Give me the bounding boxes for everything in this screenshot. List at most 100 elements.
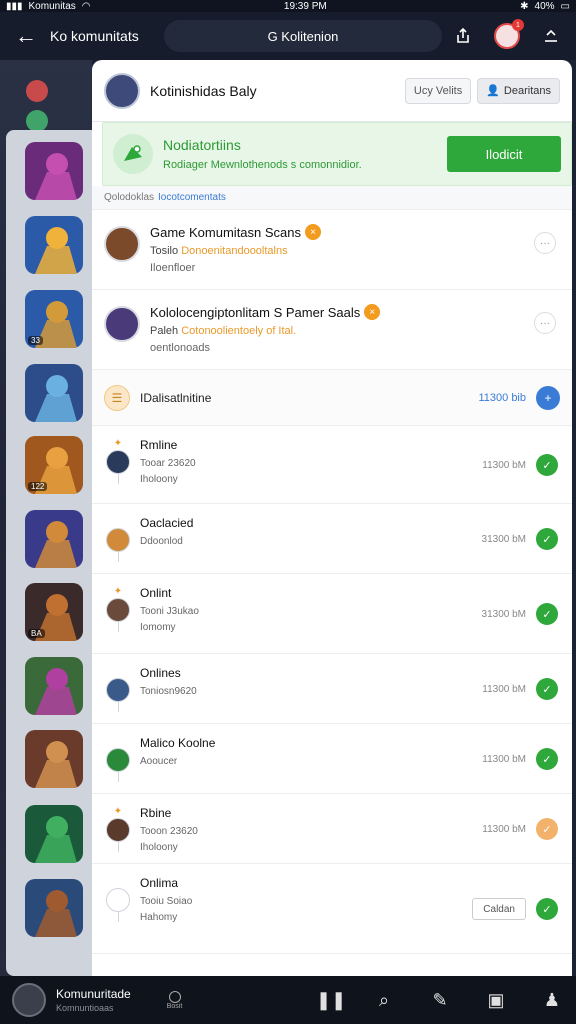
- avatar: [106, 678, 130, 702]
- section-label-text: Qolodoklas: [104, 192, 155, 203]
- share-icon[interactable]: [448, 21, 478, 51]
- member-name: Rmline: [140, 438, 178, 452]
- briefcase-icon[interactable]: ▣: [484, 990, 508, 1011]
- post-footer: Iloenfloer: [150, 262, 196, 274]
- post-card[interactable]: Game Komumitasn Scans × Tosilo Donoenitand…: [92, 210, 572, 290]
- group-avatar[interactable]: [104, 72, 140, 109]
- member-row[interactable]: Oaclacied Ddoonlod 31300 bM ✓: [92, 504, 572, 574]
- member-row[interactable]: ✦ Onlint Tooni J3ukao Iomomy 31300 bM ✓: [92, 574, 572, 654]
- ring-button[interactable]: Bosit: [167, 990, 182, 1010]
- member-count: 31300 bM: [481, 533, 526, 545]
- member-row[interactable]: Onlines Toniosn9620 11300 bM ✓: [92, 654, 572, 724]
- status-check-icon[interactable]: ✓: [536, 748, 558, 770]
- profile-button[interactable]: 1: [492, 19, 524, 51]
- game-thumbnail[interactable]: [25, 657, 83, 715]
- notification-banner: Nodiatortiins Rodiager Mewnlothenods s c…: [102, 122, 572, 186]
- pause-icon[interactable]: ❚❚: [316, 990, 346, 1011]
- member-detail: Tooon 23620: [140, 826, 198, 837]
- post-card[interactable]: Kololocengiptonlitam S Pamer Saals × Paleh…: [92, 290, 572, 370]
- status-check-icon[interactable]: ✓: [536, 603, 558, 625]
- member-name: Onlines: [140, 666, 181, 680]
- game-thumbnail[interactable]: [25, 216, 83, 274]
- game-thumbnail[interactable]: [25, 364, 83, 422]
- signal-icon: ▮▮▮: [6, 0, 23, 12]
- members-header: ☰ IDalisatlnitine 11300 bib +: [92, 370, 572, 426]
- edit-icon[interactable]: ✎: [428, 990, 452, 1011]
- member-list: ✦ Rmline Tooar 23620 Iholoony 11300 bM ✓ Oacla…: [92, 426, 572, 954]
- upload-icon[interactable]: [536, 21, 566, 51]
- status-check-icon[interactable]: ✓: [536, 528, 558, 550]
- bottom-bar: Komunuritade Komnuntioaas Bosit ❚❚ ⌕ ✎ ▣…: [0, 976, 576, 1024]
- status-check-icon[interactable]: ✓: [536, 898, 558, 920]
- game-thumbnail[interactable]: [25, 142, 83, 200]
- member-row[interactable]: Onlima Tooiu Soiao Hahomy Caldan ✓: [92, 864, 572, 954]
- member-count: 11300 bM: [482, 753, 526, 765]
- avatar: [104, 306, 140, 342]
- thumbnail-tag: BA: [28, 629, 45, 638]
- member-row[interactable]: Malico Koolne Aooucer 11300 bM ✓: [92, 724, 572, 794]
- timeline-line: [117, 622, 119, 632]
- member-row[interactable]: ✦ Rbine Tooon 23620 Iholoony 11300 bM ✓: [92, 794, 572, 864]
- title-pill[interactable]: G Kolitenion: [164, 20, 442, 52]
- ring-icon: [168, 990, 181, 1003]
- person-icon: 👤: [486, 85, 500, 97]
- ellipsis-icon[interactable]: ···: [534, 312, 556, 334]
- member-detail-2: Iholoony: [140, 842, 178, 853]
- post-title: Kololocengiptonlitam S Pamer Saals: [150, 304, 361, 320]
- game-thumbnail[interactable]: BA: [25, 583, 83, 641]
- battery-icon: ▭: [560, 0, 570, 12]
- spark-icon: ✦: [113, 806, 123, 817]
- banner-action-button[interactable]: Ilodicit: [447, 136, 561, 172]
- game-thumbnail[interactable]: [25, 805, 83, 863]
- member-row[interactable]: ✦ Rmline Tooar 23620 Iholoony 11300 bM ✓: [92, 426, 572, 504]
- avatar[interactable]: [12, 983, 46, 1017]
- member-detail: Toniosn9620: [140, 686, 197, 697]
- post-meta: Tosilo: [150, 245, 179, 257]
- avatar: [106, 818, 130, 842]
- members-button[interactable]: 👤 Dearitans: [477, 77, 560, 104]
- banner-subtitle: Rodiager Mewnlothenods s comonnidior.: [163, 159, 362, 171]
- game-thumbnail[interactable]: [25, 879, 83, 937]
- group-title: Kotinishidas Baly: [150, 82, 257, 99]
- section-accent-link[interactable]: Iocotcomentats: [158, 192, 226, 203]
- member-detail: Aooucer: [140, 756, 178, 767]
- post-list: Game Komumitasn Scans × Tosilo Donoenitand…: [92, 210, 572, 370]
- status-check-icon[interactable]: ✓: [536, 454, 558, 476]
- bluetooth-icon: ✱: [520, 0, 529, 12]
- person-icon[interactable]: ♟: [540, 990, 564, 1011]
- member-detail: Tooiu Soiao: [140, 896, 193, 907]
- avatar: [106, 528, 130, 552]
- post-highlight: Cotonoolientoely of Ital.: [181, 325, 297, 337]
- game-thumbnail[interactable]: [25, 730, 83, 788]
- group-header: Kotinishidas Baly Ucy Velits 👤 Dearitans: [92, 60, 572, 122]
- member-count: 11300 bM: [482, 459, 526, 471]
- member-detail-2: Hahomy: [140, 912, 178, 923]
- avatar: [106, 888, 130, 912]
- avatar: [104, 226, 140, 262]
- member-count: 11300 bM: [482, 683, 526, 695]
- bottom-subtitle: Komnuntioaas: [56, 1003, 114, 1013]
- member-name: Rbine: [140, 806, 172, 820]
- game-thumbnail[interactable]: [25, 510, 83, 568]
- ellipsis-icon[interactable]: ···: [534, 232, 556, 254]
- spark-icon: ✦: [113, 586, 123, 597]
- view-button[interactable]: Ucy Velits: [404, 77, 472, 104]
- cancel-button[interactable]: Caldan: [472, 898, 526, 920]
- member-detail: Tooni J3ukao: [140, 606, 199, 617]
- post-footer: oentlonoads: [150, 342, 210, 354]
- thumbnail-tag: 33: [28, 336, 43, 345]
- status-check-icon[interactable]: ✓: [536, 678, 558, 700]
- arrow-left-icon[interactable]: ←: [10, 23, 42, 49]
- notification-badge: 1: [512, 19, 524, 31]
- game-thumbnail[interactable]: 33: [25, 290, 83, 348]
- close-badge-icon: ×: [305, 224, 322, 240]
- game-thumbnail[interactable]: 122: [25, 436, 83, 494]
- member-count: 11300 bM: [482, 823, 526, 835]
- status-check-icon[interactable]: ✓: [536, 818, 558, 840]
- plus-icon[interactable]: +: [536, 385, 560, 410]
- members-header-count: 11300 bib: [478, 391, 526, 404]
- avatar: [106, 748, 130, 772]
- section-label: Qolodoklas Iocotcomentats: [92, 186, 572, 210]
- search-icon[interactable]: ⌕: [372, 990, 396, 1011]
- member-detail: Ddoonlod: [140, 536, 183, 547]
